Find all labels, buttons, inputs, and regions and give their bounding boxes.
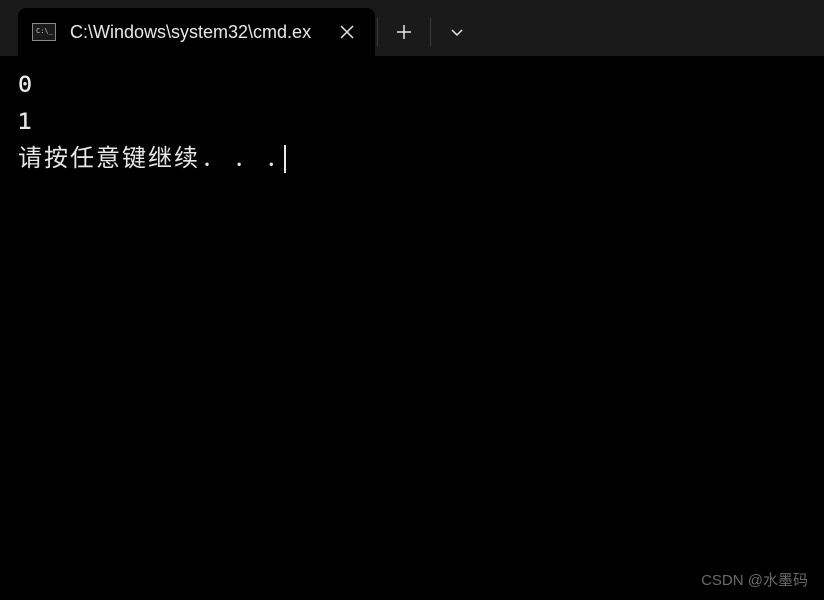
output-line: 0 bbox=[18, 66, 806, 103]
plus-icon bbox=[395, 23, 413, 41]
close-icon bbox=[339, 24, 355, 40]
cursor bbox=[284, 145, 286, 173]
new-tab-button[interactable] bbox=[380, 8, 428, 56]
tab-dropdown-button[interactable] bbox=[433, 8, 481, 56]
active-tab[interactable]: C:\_ C:\Windows\system32\cmd.ex bbox=[18, 8, 375, 56]
divider bbox=[430, 18, 431, 46]
divider bbox=[377, 18, 378, 46]
prompt-line: 请按任意键继续. . . bbox=[18, 140, 806, 177]
close-tab-button[interactable] bbox=[331, 16, 363, 48]
titlebar-actions bbox=[375, 8, 481, 56]
output-line: 1 bbox=[18, 103, 806, 140]
chevron-down-icon bbox=[449, 24, 465, 40]
tab-title: C:\Windows\system32\cmd.ex bbox=[70, 22, 311, 43]
terminal-body[interactable]: 0 1 请按任意键继续. . . CSDN @水墨码 bbox=[0, 56, 824, 600]
prompt-text: 请按任意键继续. . . bbox=[18, 140, 280, 177]
titlebar: C:\_ C:\Windows\system32\cmd.ex bbox=[0, 0, 824, 56]
cmd-icon: C:\_ bbox=[32, 23, 56, 41]
watermark: CSDN @水墨码 bbox=[701, 569, 808, 590]
